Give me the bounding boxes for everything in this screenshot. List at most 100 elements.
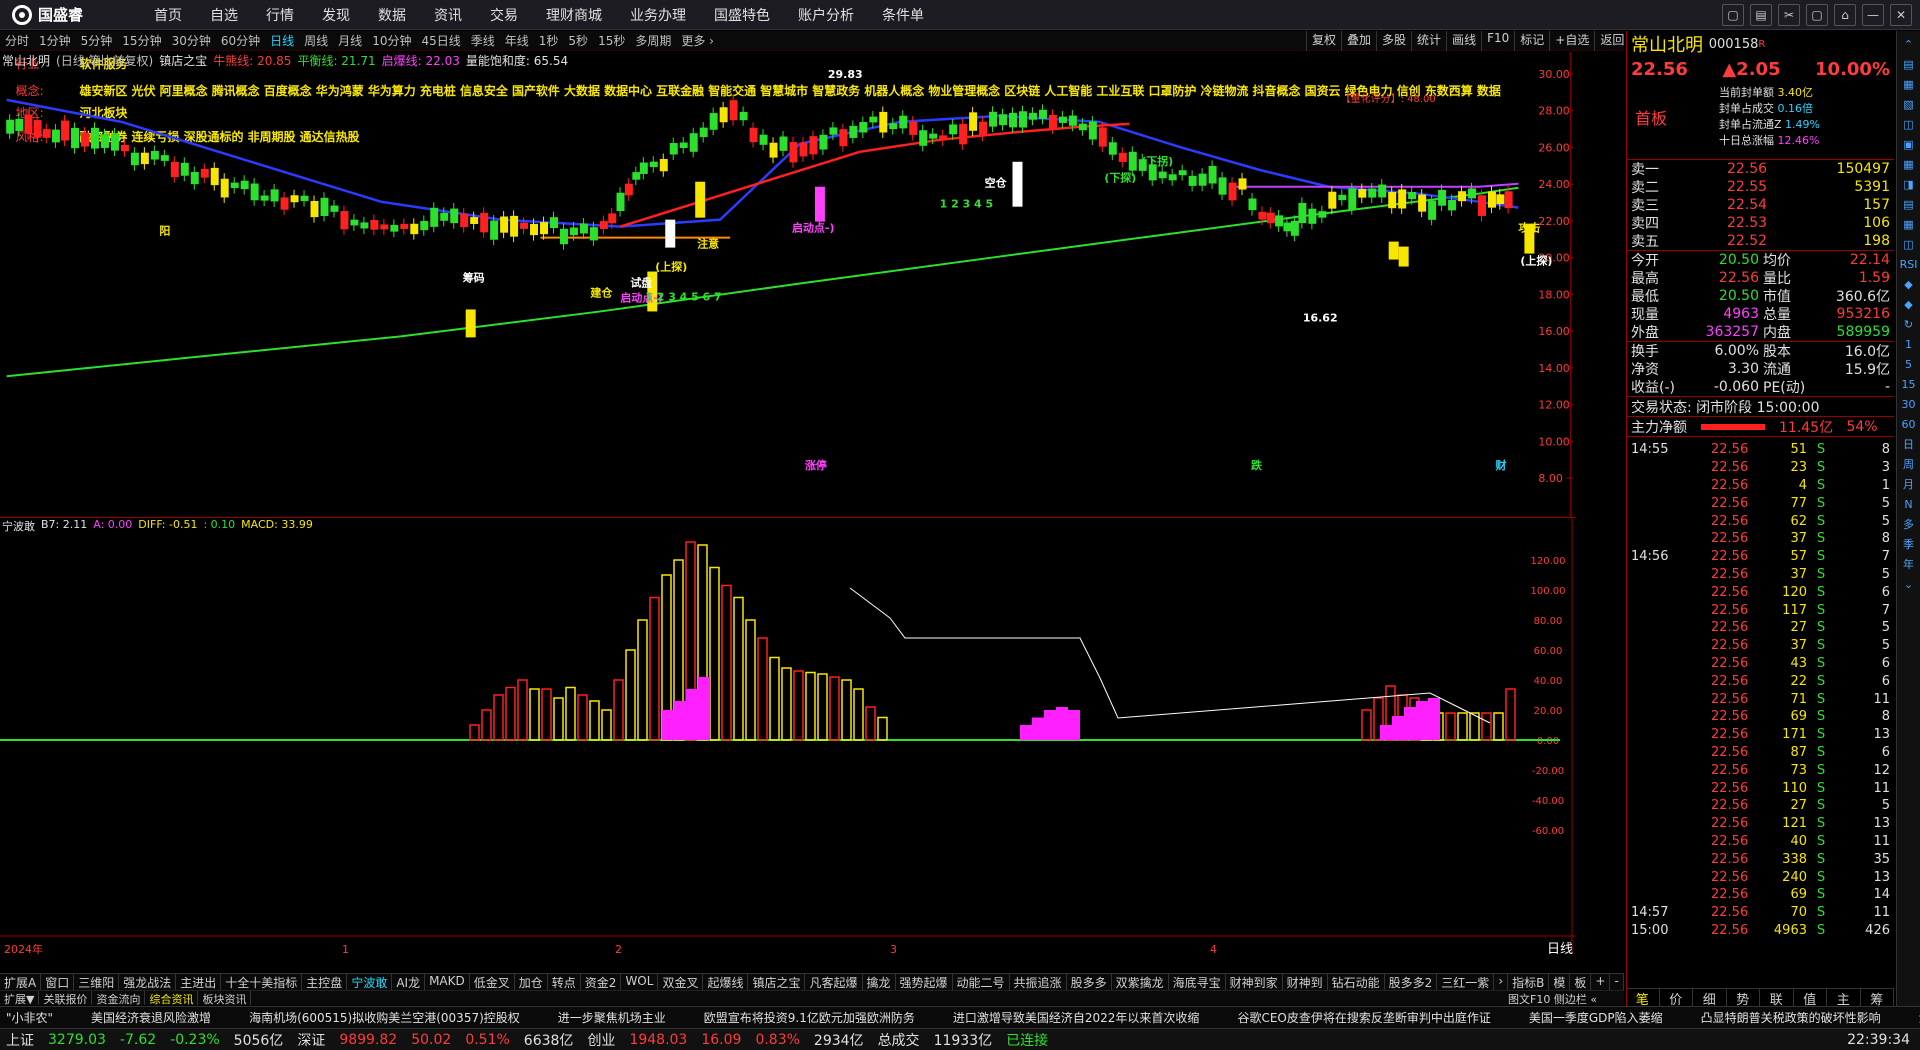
menu-item-9[interactable]: 国盛特色 (700, 5, 784, 25)
side-tool-23[interactable]: N (1900, 495, 1918, 513)
window-button-4[interactable]: ⌂ (1834, 4, 1856, 26)
quote-tab-0[interactable]: 笔 (1626, 989, 1660, 1008)
indicator-tab-30[interactable]: 三红一紫 (1437, 974, 1495, 990)
quote-tab-4[interactable]: 联 (1760, 989, 1794, 1008)
window-button-1[interactable]: ▤ (1750, 4, 1772, 26)
side-tool-20[interactable]: 日 (1900, 435, 1918, 453)
side-tool-3[interactable]: ▧ (1900, 95, 1918, 113)
side-tool-27[interactable]: ⌄ (1900, 575, 1918, 593)
indicator-tab-12[interactable]: 转点 (548, 974, 581, 990)
side-tool-8[interactable]: ▤ (1900, 195, 1918, 213)
period-tab-11[interactable]: 季线 (466, 32, 500, 49)
indicator-tab-17[interactable]: 镇店之宝 (748, 974, 806, 990)
menu-item-11[interactable]: 条件单 (868, 5, 938, 25)
side-tool-2[interactable]: ▦ (1900, 75, 1918, 93)
indicator-tab-35[interactable]: + (1591, 974, 1611, 990)
side-tool-0[interactable]: ⌃ (1900, 35, 1918, 53)
indicator-tab-29[interactable]: 股多多2 (1385, 974, 1438, 990)
indicator-tab-14[interactable]: WOL (621, 974, 659, 990)
period-tab-17[interactable]: 更多 › (676, 32, 719, 49)
side-tool-7[interactable]: ◨ (1900, 175, 1918, 193)
side-tool-19[interactable]: 60 (1900, 415, 1918, 433)
window-button-5[interactable]: — (1862, 4, 1884, 26)
indicator-tab-25[interactable]: 海底寻宝 (1169, 974, 1226, 990)
period-tab-5[interactable]: 60分钟 (216, 32, 265, 49)
quote-tab-2[interactable]: 细 (1693, 989, 1727, 1008)
period-tab-16[interactable]: 多周期 (630, 32, 676, 49)
side-tool-15[interactable]: 1 (1900, 335, 1918, 353)
side-tool-5[interactable]: ▣ (1900, 135, 1918, 153)
side-tool-21[interactable]: 周 (1900, 455, 1918, 473)
indicator-tab-11[interactable]: 加仓 (515, 974, 548, 990)
quote-tab-7[interactable]: 筹 (1861, 989, 1894, 1008)
tool-button-3[interactable]: 统计 (1411, 31, 1446, 51)
indicator-tab-4[interactable]: 主进出 (176, 974, 222, 990)
indicator-tab-31[interactable]: › (1494, 974, 1509, 990)
tool-button-8[interactable]: 返回 (1594, 31, 1629, 51)
quote-tab-1[interactable]: 价 (1660, 989, 1693, 1008)
quote-tab-3[interactable]: 势 (1727, 989, 1760, 1008)
indicator-tab-21[interactable]: 动能二号 (953, 974, 1010, 990)
indicator-tab-1[interactable]: 窗口 (41, 974, 75, 990)
period-tab-15[interactable]: 15秒 (593, 32, 630, 49)
side-tool-18[interactable]: 30 (1900, 395, 1918, 413)
menu-item-3[interactable]: 发现 (308, 5, 364, 25)
indicator-tab-28[interactable]: 钻石动能 (1328, 974, 1385, 990)
tool-button-1[interactable]: 叠加 (1341, 31, 1376, 51)
side-tool-6[interactable]: ▦ (1900, 155, 1918, 173)
indicator-tab-24[interactable]: 双紫擒龙 (1112, 974, 1169, 990)
index-name[interactable]: 上证 (6, 1030, 34, 1050)
indicator-tab-5[interactable]: 十全十美指标 (221, 974, 303, 990)
indicator-tab-32[interactable]: 指标B (1508, 974, 1550, 990)
adjust-mode[interactable]: (日线,等比前复权) (56, 52, 153, 68)
indicator-tab-13[interactable]: 资金2 (581, 974, 622, 990)
period-tab-1[interactable]: 1分钟 (34, 32, 76, 49)
indicator-tab-22[interactable]: 共振追涨 (1010, 974, 1067, 990)
info-tab-1[interactable]: 关联报价 (39, 991, 93, 1006)
period-tab-9[interactable]: 10分钟 (367, 32, 416, 49)
news-item-3[interactable]: 进一步聚焦机场主业 (558, 1009, 666, 1026)
side-tool-26[interactable]: 年 (1900, 555, 1918, 573)
period-tab-12[interactable]: 年线 (500, 32, 534, 49)
indicator-tab-0[interactable]: 扩展A (0, 974, 42, 990)
side-tool-25[interactable]: 季 (1900, 535, 1918, 553)
period-tab-2[interactable]: 5分钟 (76, 32, 118, 49)
side-tool-4[interactable]: ◫ (1900, 115, 1918, 133)
news-item-7[interactable]: 美国一季度GDP陷入萎缩 (1529, 1009, 1663, 1026)
quote-tab-6[interactable]: 主 (1827, 989, 1861, 1008)
menu-item-4[interactable]: 数据 (364, 5, 420, 25)
indicator-tab-8[interactable]: AI龙 (392, 974, 426, 990)
tool-button-6[interactable]: 标记 (1514, 31, 1549, 51)
news-item-8[interactable]: 凸显特朗普关税政策的破坏性影响 (1701, 1009, 1881, 1026)
macd-subchart[interactable]: 120.00 100.00 80.00 60.00 40.00 20.00 0.00 -20.… (0, 518, 1575, 954)
news-item-4[interactable]: 欧盟宣布将投资9.1亿欧元加强欧洲防务 (704, 1009, 915, 1026)
indicator-tab-20[interactable]: 强势起爆 (896, 974, 953, 990)
news-ticker[interactable]: "小非农" 美国经济衰退风险激增 海南机场(600515)拟收购美兰空港(00357… (0, 1006, 1920, 1028)
menu-item-1[interactable]: 自选 (196, 5, 252, 25)
period-tab-10[interactable]: 45日线 (416, 32, 465, 49)
index-name[interactable]: 创业 (587, 1030, 615, 1050)
side-tool-22[interactable]: 月 (1900, 475, 1918, 493)
window-button-0[interactable]: ▢ (1722, 4, 1744, 26)
window-button-6[interactable]: ✕ (1890, 4, 1912, 26)
indicator-tab-26[interactable]: 财神到家 (1226, 974, 1283, 990)
tool-button-0[interactable]: 复权 (1306, 31, 1341, 51)
side-tool-14[interactable]: ↻ (1900, 315, 1918, 333)
indicator-tab-10[interactable]: 低金叉 (470, 974, 515, 990)
period-tab-13[interactable]: 1秒 (534, 32, 564, 49)
indicator-name[interactable]: 镇店之宝 (159, 52, 207, 68)
tool-button-2[interactable]: 多股 (1376, 31, 1411, 51)
news-item-5[interactable]: 进口激增导致美国经济自2022年以来首次收缩 (953, 1009, 1200, 1026)
info-tab-3[interactable]: 综合资讯 (145, 991, 199, 1006)
news-item-2[interactable]: 海南机场(600515)拟收购美兰空港(00357)控股权 (249, 1009, 520, 1026)
news-item-6[interactable]: 谷歌CEO皮查伊将在搜索反垄断审判中出庭作证 (1237, 1009, 1490, 1026)
indicator-tab-18[interactable]: 凡客起爆 (805, 974, 863, 990)
tool-button-7[interactable]: +自选 (1549, 31, 1594, 51)
quote-tab-5[interactable]: 值 (1794, 989, 1827, 1008)
menu-item-6[interactable]: 交易 (476, 5, 532, 25)
indicator-tab-34[interactable]: 板 (1570, 974, 1592, 990)
menu-item-8[interactable]: 业务办理 (616, 5, 700, 25)
window-button-2[interactable]: ✂ (1778, 4, 1800, 26)
indicator-tab-9[interactable]: MAKD (425, 974, 470, 990)
menu-item-5[interactable]: 资讯 (420, 5, 476, 25)
